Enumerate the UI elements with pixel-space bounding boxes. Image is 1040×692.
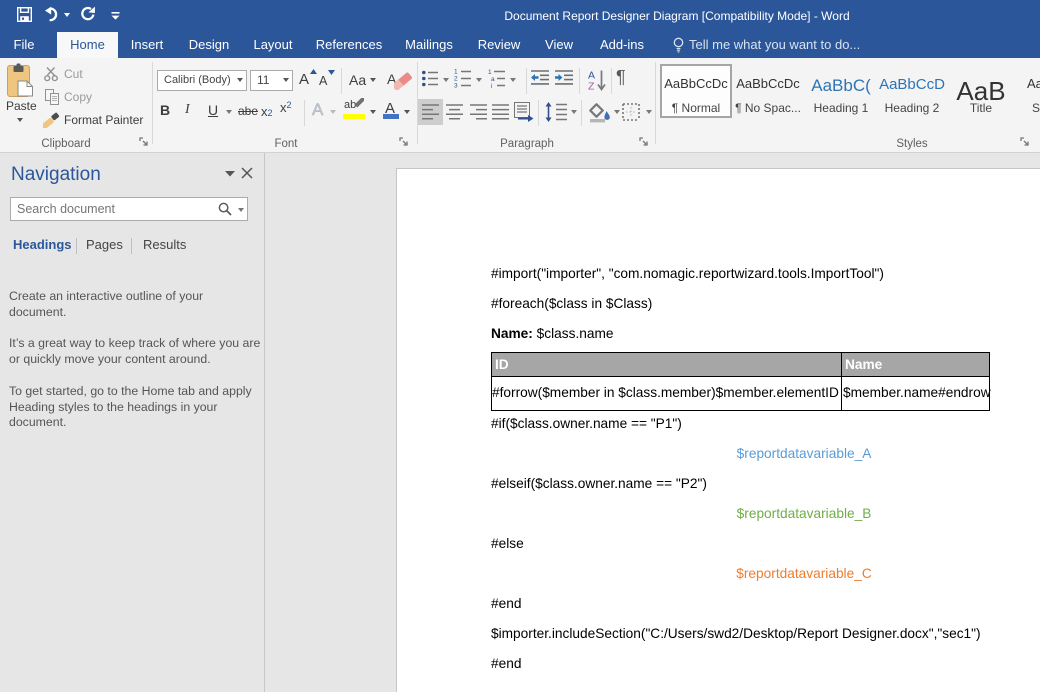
svg-text:1: 1 xyxy=(488,69,492,76)
svg-text:i: i xyxy=(491,83,492,88)
svg-text:3: 3 xyxy=(454,83,458,89)
svg-text:a: a xyxy=(491,76,495,83)
svg-text:Z: Z xyxy=(588,81,595,92)
svg-text:1: 1 xyxy=(454,69,458,76)
svg-text:2: 2 xyxy=(454,76,458,83)
